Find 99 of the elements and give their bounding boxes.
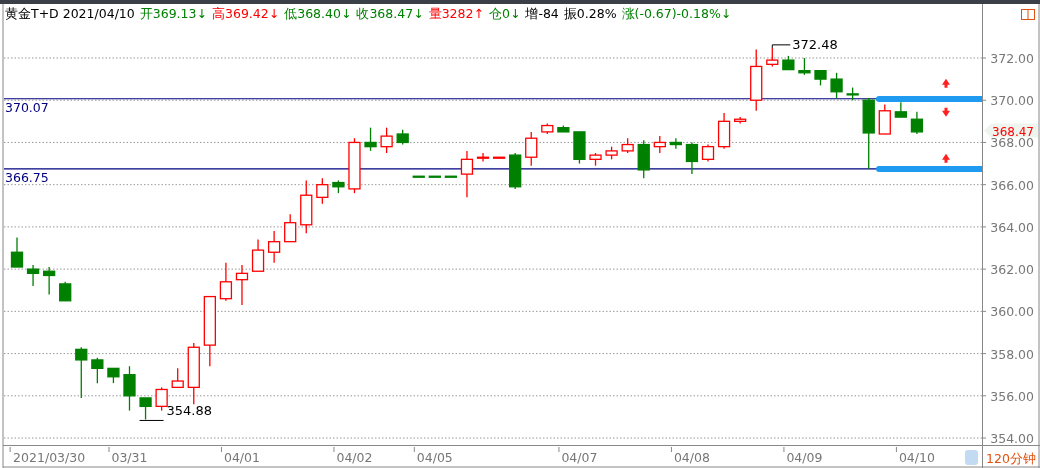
candlestick <box>476 152 490 163</box>
candlestick <box>59 281 72 302</box>
quote-stat: 涨(-0.67)-0.18%↓ <box>621 6 732 23</box>
quote-stat: 振0.28% <box>563 6 617 23</box>
candlestick <box>155 386 168 412</box>
candlestick <box>171 367 184 388</box>
candlestick <box>380 127 393 154</box>
candlestick <box>444 175 458 178</box>
candlestick <box>685 141 699 175</box>
candlestick <box>460 150 474 198</box>
candlestick <box>782 55 795 71</box>
candlestick <box>91 357 104 384</box>
candlestick <box>701 143 715 163</box>
candlestick <box>187 342 200 405</box>
candlestick <box>798 57 811 76</box>
candlestick <box>300 179 313 234</box>
y-axis-label: 364.00 <box>990 219 1034 235</box>
scroll-handle[interactable] <box>965 450 978 465</box>
y-axis-label: 356.00 <box>990 388 1034 404</box>
y-axis-label: 362.00 <box>990 262 1034 278</box>
candlestick <box>26 264 40 287</box>
candlestick <box>316 177 329 205</box>
extreme-price-label: 354.88 <box>166 403 213 419</box>
candlestick <box>525 131 538 167</box>
candlestick <box>284 213 297 243</box>
candlestick <box>653 135 666 154</box>
candlestick <box>251 238 265 272</box>
quote-stat: 收368.47↓ <box>356 6 424 23</box>
price-level-label: 366.75 <box>5 169 49 185</box>
candlestick <box>219 262 233 302</box>
candlestick <box>139 397 152 421</box>
candlestick <box>846 86 859 101</box>
quote-stat: 仓0↓ <box>488 6 521 23</box>
candlestick <box>10 236 24 268</box>
x-axis-label: 04/10 <box>898 450 935 465</box>
candlestick <box>123 365 136 412</box>
candlestick <box>734 116 747 125</box>
arrow-up-icon[interactable] <box>942 78 950 88</box>
y-axis-label: 354.00 <box>990 431 1034 446</box>
candlestick <box>541 122 554 135</box>
candlestick <box>717 112 731 150</box>
candlestick <box>509 152 522 190</box>
candlestick <box>412 175 425 178</box>
candlestick <box>364 127 377 152</box>
candlestick <box>894 101 907 118</box>
x-axis-label: 03/31 <box>111 450 148 465</box>
quote-stat: 增-84 <box>525 6 559 23</box>
candlestick <box>910 111 924 135</box>
leader-line <box>139 419 165 421</box>
candlestick <box>492 156 506 159</box>
y-axis-label: 372.00 <box>990 51 1034 66</box>
x-axis-label: 04/02 <box>336 450 373 465</box>
candlestick <box>637 139 650 179</box>
candlestick <box>43 266 56 296</box>
y-axis-label: 360.00 <box>990 304 1034 320</box>
candlestick <box>605 146 618 160</box>
y-axis-label: 370.00 <box>990 93 1034 109</box>
chart-title: 黄金T+D 2021/04/10 <box>5 6 135 23</box>
candlestick <box>332 179 345 194</box>
price-level-label: 370.07 <box>5 99 49 115</box>
candlestick <box>878 103 891 135</box>
x-axis-label: 04/05 <box>416 450 453 465</box>
quote-stat: 量3282↑ <box>428 6 484 23</box>
quote-stat: 高369.42↓ <box>212 6 280 23</box>
candlestick <box>557 124 570 133</box>
candlestick <box>107 367 120 384</box>
x-axis-label: 04/09 <box>786 450 823 465</box>
quote-stat: 低368.40↓ <box>284 6 352 23</box>
candlestick <box>589 152 602 167</box>
candlestick <box>669 137 682 150</box>
candlestick <box>75 346 88 399</box>
x-axis-label: 04/08 <box>673 450 710 465</box>
candlestick <box>396 129 409 146</box>
candlestick <box>621 137 634 154</box>
candlestick <box>428 175 441 178</box>
arrow-up-icon[interactable] <box>942 153 950 163</box>
level-handle-bar[interactable] <box>876 95 982 102</box>
last-price-tag: 368.47 <box>984 123 1038 139</box>
candlestick <box>203 295 216 367</box>
candlestick <box>830 72 843 99</box>
level-handle-bar[interactable] <box>876 165 982 172</box>
x-axis-label: 04/01 <box>223 450 260 465</box>
candlestick <box>348 137 361 194</box>
leader-line <box>771 44 791 49</box>
x-axis-label: 04/07 <box>561 450 598 465</box>
x-axis-label: 2021/03/30 <box>13 450 86 465</box>
arrow-down-icon[interactable] <box>942 107 950 117</box>
candlestick <box>573 131 586 165</box>
candlestick <box>814 70 827 87</box>
period-label[interactable]: 120分钟 <box>986 451 1036 466</box>
split-window-icon[interactable] <box>1021 9 1035 20</box>
extreme-price-label: 372.48 <box>792 36 838 52</box>
y-axis-label: 358.00 <box>990 346 1034 362</box>
candlestick <box>750 48 763 112</box>
y-axis-label: 366.00 <box>990 177 1034 193</box>
quote-stat: 开369.13↓ <box>139 6 207 23</box>
candlestick <box>766 47 779 68</box>
candlestick <box>267 230 281 264</box>
candlestick <box>235 264 249 306</box>
